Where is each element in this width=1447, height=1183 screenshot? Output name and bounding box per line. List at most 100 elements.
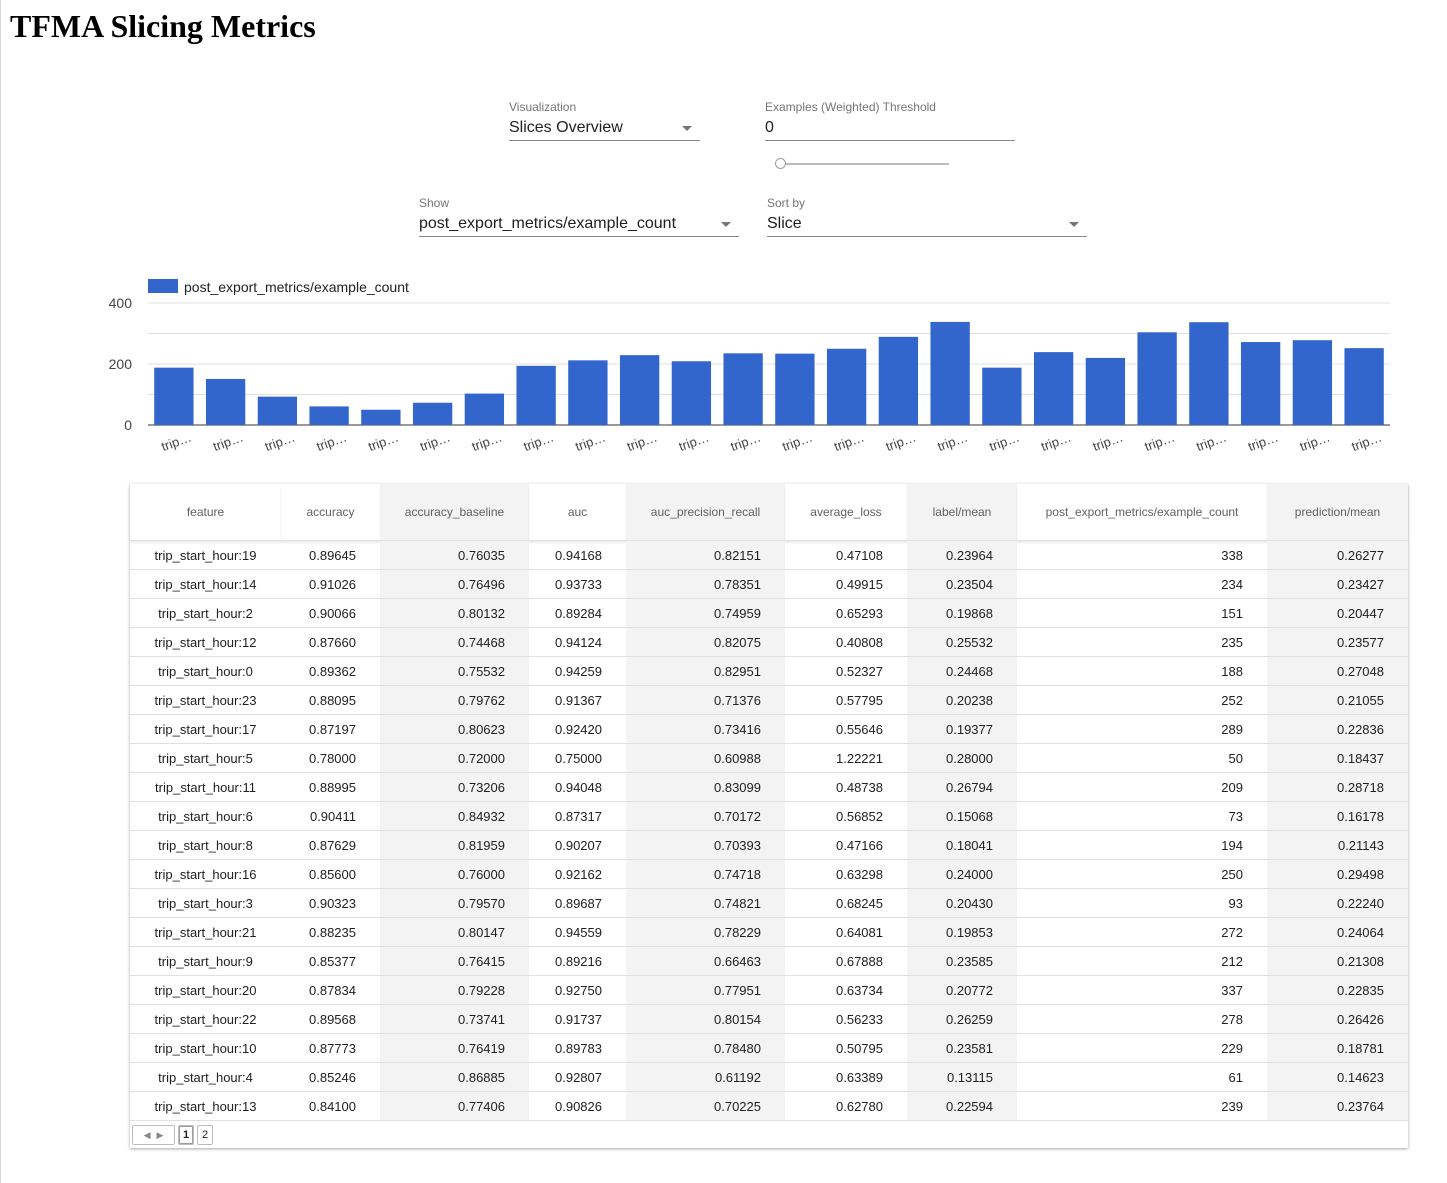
slider-track — [781, 163, 949, 165]
table-cell: 0.22836 — [1267, 714, 1408, 744]
page-button-1[interactable]: 1 — [178, 1125, 194, 1145]
table-cell: 0.78000 — [281, 743, 380, 773]
table-cell: 0.76419 — [380, 1033, 529, 1063]
table-cell: 0.82075 — [626, 627, 785, 657]
table-cell: 73 — [1017, 801, 1267, 831]
table-cell: 0.86885 — [380, 1062, 529, 1092]
next-page-icon[interactable]: ▶ — [157, 1130, 164, 1141]
table-cell: trip_start_hour:10 — [130, 1033, 281, 1063]
table-cell: 0.14623 — [1267, 1062, 1408, 1092]
table-cell: 0.74718 — [626, 859, 785, 889]
table-cell: 0.78351 — [626, 569, 785, 599]
slider-knob[interactable] — [775, 158, 786, 169]
show-select[interactable]: Show post_export_metrics/example_count — [419, 196, 739, 237]
column-header[interactable]: accuracy_baseline — [380, 484, 529, 541]
table-cell: 0.82951 — [626, 656, 785, 686]
table-cell: 0.88995 — [281, 772, 380, 802]
threshold-input[interactable]: 0 — [765, 119, 774, 136]
table-cell: 272 — [1017, 917, 1267, 947]
table-row: trip_start_hour:21 0.88235 0.80147 0.94559 0… — [130, 917, 1408, 947]
bar — [930, 321, 970, 425]
column-header[interactable]: feature — [130, 484, 281, 541]
table-cell: 0.92420 — [529, 714, 626, 744]
table-cell: 0.81959 — [380, 830, 529, 860]
table-cell: 0.23577 — [1267, 627, 1408, 657]
table-cell: 0.27048 — [1267, 656, 1408, 686]
table-cell: 0.70393 — [626, 830, 785, 860]
table-cell: 50 — [1017, 743, 1267, 773]
column-header[interactable]: accuracy — [281, 484, 380, 541]
table-cell: 0.83099 — [626, 772, 785, 802]
table-cell: 0.26794 — [907, 772, 1017, 802]
threshold-slider[interactable] — [775, 158, 949, 170]
table-cell: 0.90323 — [281, 888, 380, 918]
table-cell: 337 — [1017, 975, 1267, 1005]
table-cell: 0.87197 — [281, 714, 380, 744]
column-header[interactable]: post_export_metrics/example_count — [1017, 484, 1267, 541]
table-cell: 0.87660 — [281, 627, 380, 657]
table-row: trip_start_hour:16 0.85600 0.76000 0.92162 0… — [130, 859, 1408, 889]
table-cell: 0.74821 — [626, 888, 785, 918]
table-cell: 0.26426 — [1267, 1004, 1408, 1034]
x-tick-label: trip… — [314, 429, 348, 454]
table-cell: 188 — [1017, 656, 1267, 686]
table-cell: trip_start_hour:13 — [130, 1091, 281, 1121]
column-header[interactable]: auc — [529, 484, 626, 541]
table-cell: 0.73206 — [380, 772, 529, 802]
table-row: trip_start_hour:20 0.87834 0.79228 0.92750 0… — [130, 975, 1408, 1005]
table-cell: 0.24468 — [907, 656, 1017, 686]
table-cell: 0.62780 — [785, 1091, 907, 1121]
table-cell: 0.94124 — [529, 627, 626, 657]
table-cell: 0.80132 — [380, 598, 529, 628]
table-cell: 0.78229 — [626, 917, 785, 947]
table-cell: 0.22594 — [907, 1091, 1017, 1121]
table-cell: 250 — [1017, 859, 1267, 889]
column-header[interactable]: prediction/mean — [1267, 484, 1408, 541]
table-row: trip_start_hour:13 0.84100 0.77406 0.90826 0… — [130, 1091, 1408, 1121]
bar — [516, 365, 556, 425]
x-tick-label: trip… — [987, 429, 1021, 454]
table-cell: 0.94559 — [529, 917, 626, 947]
table-cell: 0.79570 — [380, 888, 529, 918]
page-button-2[interactable]: 2 — [197, 1125, 213, 1145]
table-cell: 289 — [1017, 714, 1267, 744]
table-row: trip_start_hour:19 0.89645 0.76035 0.94168 0… — [130, 540, 1408, 570]
table-cell: 0.21308 — [1267, 946, 1408, 976]
bar — [619, 355, 660, 425]
table-cell: 0.84932 — [380, 801, 529, 831]
bar — [878, 336, 919, 425]
visualization-select[interactable]: Visualization Slices Overview — [509, 100, 700, 141]
sort-by-select[interactable]: Sort by Slice — [767, 196, 1087, 237]
bar — [671, 361, 712, 425]
table-cell: 0.55646 — [785, 714, 907, 744]
bar — [982, 367, 1022, 425]
table-cell: 0.26259 — [907, 1004, 1017, 1034]
table-cell: 0.93733 — [529, 569, 626, 599]
table-cell: 0.65293 — [785, 598, 907, 628]
table-cell: 0.20238 — [907, 685, 1017, 715]
page-border — [0, 0, 1, 1183]
table-cell: 0.85377 — [281, 946, 380, 976]
table-cell: 0.49915 — [785, 569, 907, 599]
table-cell: 0.26277 — [1267, 540, 1408, 570]
table-row: trip_start_hour:9 0.85377 0.76415 0.89216 0.… — [130, 946, 1408, 976]
column-header[interactable]: average_loss — [785, 484, 907, 541]
column-header[interactable]: label/mean — [907, 484, 1017, 541]
chevron-down-icon — [721, 222, 731, 227]
bar-chart: 0 200 400 post_export_metrics/example_count… — [109, 279, 1390, 454]
page-arrows[interactable]: ◀ ▶ — [132, 1125, 175, 1145]
table-cell: 0.91367 — [529, 685, 626, 715]
prev-page-icon[interactable]: ◀ — [144, 1130, 151, 1141]
column-header[interactable]: auc_precision_recall — [626, 484, 785, 541]
table-row: trip_start_hour:5 0.78000 0.72000 0.75000 0.… — [130, 743, 1408, 773]
table-cell: 0.47166 — [785, 830, 907, 860]
x-tick-label: trip… — [1349, 429, 1383, 454]
table-cell: 0.24000 — [907, 859, 1017, 889]
bar — [412, 402, 453, 425]
table-cell: 0.85246 — [281, 1062, 380, 1092]
table-cell: 338 — [1017, 540, 1267, 570]
table-cell: trip_start_hour:19 — [130, 540, 281, 570]
table-cell: 0.92162 — [529, 859, 626, 889]
threshold-field[interactable]: Examples (Weighted) Threshold 0 — [765, 100, 1015, 141]
table-cell: trip_start_hour:0 — [130, 656, 281, 686]
